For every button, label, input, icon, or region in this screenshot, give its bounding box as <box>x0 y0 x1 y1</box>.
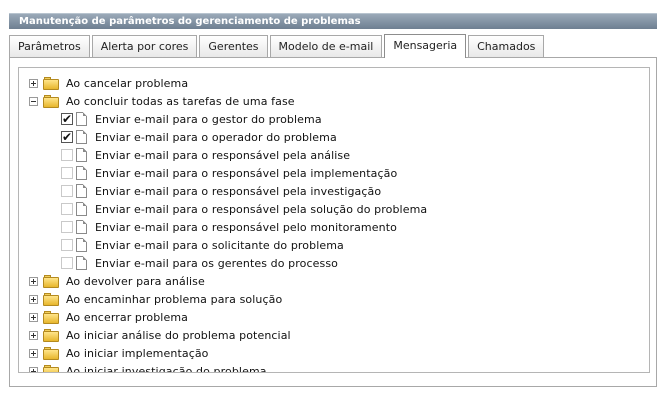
tab-parametros[interactable]: Parâmetros <box>9 35 90 57</box>
checkbox-gerentes-processo[interactable] <box>61 257 73 269</box>
tree-leaf-label: Enviar e-mail para o operador do problem… <box>95 130 337 144</box>
checkbox-responsavel-solucao[interactable] <box>61 203 73 215</box>
document-icon <box>76 148 87 162</box>
tree-leaf[interactable]: Enviar e-mail para o responsável pela an… <box>61 146 427 164</box>
tree-node-ao-encerrar-problema[interactable]: Ao encerrar problema <box>29 308 427 326</box>
checkbox-responsavel-investigacao[interactable] <box>61 185 73 197</box>
expand-icon[interactable] <box>29 276 38 286</box>
folder-icon <box>43 364 60 372</box>
tree-leaf-label: Enviar e-mail para o responsável pela an… <box>95 148 351 162</box>
tree-leaf[interactable]: Enviar e-mail para os gerentes do proces… <box>61 254 427 272</box>
folder-icon <box>43 76 60 90</box>
tree-leaf-label: Enviar e-mail para o responsável pela so… <box>95 202 428 216</box>
tree-leaf-label: Enviar e-mail para o responsável pelo mo… <box>95 220 397 234</box>
document-icon <box>76 130 87 144</box>
expand-icon[interactable] <box>29 348 38 358</box>
expand-icon[interactable] <box>29 294 38 304</box>
expand-icon[interactable] <box>29 78 38 88</box>
tree-node-label: Ao devolver para análise <box>66 274 205 288</box>
folder-icon <box>43 292 60 306</box>
tree-node-ao-cancelar-problema[interactable]: Ao cancelar problema <box>29 74 427 92</box>
checkbox-responsavel-monitoramento[interactable] <box>61 221 73 233</box>
tree-node-label: Ao iniciar investigação do problema <box>66 364 267 373</box>
tree-node-ao-devolver-analise[interactable]: Ao devolver para análise <box>29 272 427 290</box>
tree-leaf-label: Enviar e-mail para o responsável pela im… <box>95 166 398 180</box>
tree-node-label: Ao iniciar análise do problema potencial <box>66 328 291 342</box>
checkbox-responsavel-analise[interactable] <box>61 149 73 161</box>
folder-icon <box>43 346 60 360</box>
folder-icon <box>43 94 60 108</box>
expand-icon[interactable] <box>29 366 38 372</box>
tree-leaf[interactable]: Enviar e-mail para o solicitante do prob… <box>61 236 427 254</box>
tree-leaf-label: Enviar e-mail para o responsável pela in… <box>95 184 382 198</box>
folder-icon <box>43 274 60 288</box>
checkbox-gestor[interactable]: ✔ <box>61 113 73 125</box>
tree-node-ao-iniciar-implementacao[interactable]: Ao iniciar implementação <box>29 344 427 362</box>
tab-chamados[interactable]: Chamados <box>468 35 545 57</box>
tree-node-label: Ao cancelar problema <box>66 76 189 90</box>
messaging-tree[interactable]: Ao cancelar problema Ao concluir todas a… <box>18 67 650 373</box>
tree-node-ao-iniciar-analise[interactable]: Ao iniciar análise do problema potencial <box>29 326 427 344</box>
tree-leaf-label: Enviar e-mail para o gestor do problema <box>95 112 322 126</box>
tree-leaf[interactable]: ✔ Enviar e-mail para o gestor do problem… <box>61 110 427 128</box>
folder-icon <box>43 310 60 324</box>
tab-panel-mensageria: Ao cancelar problema Ao concluir todas a… <box>9 57 657 387</box>
tree-leaf[interactable]: Enviar e-mail para o responsável pela so… <box>61 200 427 218</box>
tree-node-label: Ao concluir todas as tarefas de uma fase <box>66 94 295 108</box>
document-icon <box>76 166 87 180</box>
checkbox-responsavel-implementacao[interactable] <box>61 167 73 179</box>
expand-icon[interactable] <box>29 330 38 340</box>
document-icon <box>76 220 87 234</box>
folder-icon <box>43 328 60 342</box>
tab-mensageria[interactable]: Mensageria <box>384 34 467 58</box>
tree-leaf[interactable]: Enviar e-mail para o responsável pela im… <box>61 164 427 182</box>
tree-node-label: Ao encerrar problema <box>66 310 188 324</box>
tree-node-label: Ao encaminhar problema para solução <box>66 292 283 306</box>
checkbox-operador[interactable]: ✔ <box>61 131 73 143</box>
tree-leaf[interactable]: Enviar e-mail para o responsável pela in… <box>61 182 427 200</box>
document-icon <box>76 202 87 216</box>
tree-node-ao-concluir-tarefas-fase[interactable]: Ao concluir todas as tarefas de uma fase <box>29 92 427 110</box>
tree-leaf-label: Enviar e-mail para o solicitante do prob… <box>95 238 344 252</box>
tree-node-ao-encaminhar-solucao[interactable]: Ao encaminhar problema para solução <box>29 290 427 308</box>
tree-container: Ao cancelar problema Ao concluir todas a… <box>29 74 427 373</box>
tab-gerentes[interactable]: Gerentes <box>199 35 268 57</box>
tree-leaf[interactable]: ✔ Enviar e-mail para o operador do probl… <box>61 128 427 146</box>
tree-node-label: Ao iniciar implementação <box>66 346 209 360</box>
tab-modelo-de-email[interactable]: Modelo de e-mail <box>269 35 383 57</box>
tree-leaf-label: Enviar e-mail para os gerentes do proces… <box>95 256 338 270</box>
document-icon <box>76 112 87 126</box>
tree-node-ao-iniciar-investigacao[interactable]: Ao iniciar investigação do problema <box>29 362 427 373</box>
checkbox-solicitante[interactable] <box>61 239 73 251</box>
tab-alerta-por-cores[interactable]: Alerta por cores <box>91 35 198 57</box>
expand-icon[interactable] <box>29 312 38 322</box>
tab-bar: Parâmetros Alerta por cores Gerentes Mod… <box>9 34 545 58</box>
collapse-icon[interactable] <box>29 96 38 106</box>
document-icon <box>76 238 87 252</box>
tree-leaf[interactable]: Enviar e-mail para o responsável pelo mo… <box>61 218 427 236</box>
document-icon <box>76 256 87 270</box>
document-icon <box>76 184 87 198</box>
window-title: Manutenção de parâmetros do gerenciament… <box>9 13 657 29</box>
